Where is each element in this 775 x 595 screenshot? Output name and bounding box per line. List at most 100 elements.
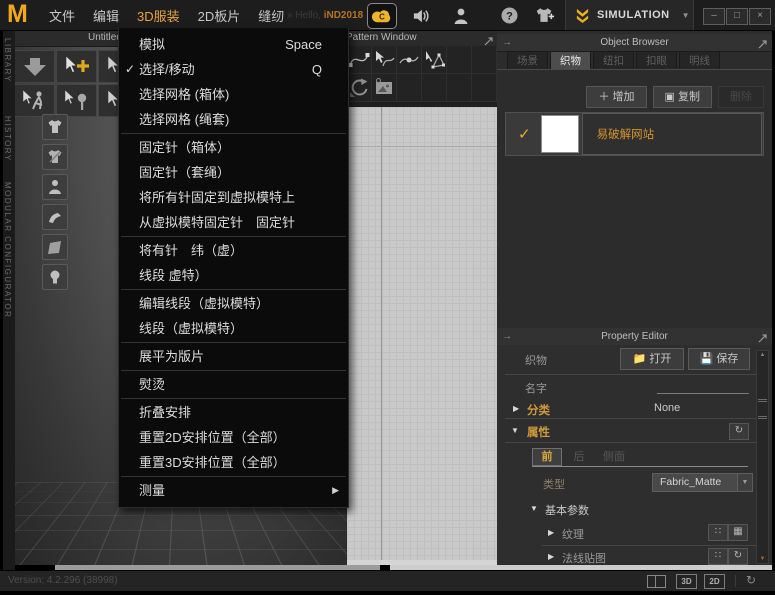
minimize-button[interactable]: – (703, 8, 725, 25)
sync-refresh-icon[interactable]: ↻ (746, 573, 756, 587)
menu-item-select-mesh-box[interactable]: 选择网格 (箱体) (119, 82, 348, 107)
menu-item-measure[interactable]: 测量▶ (119, 478, 348, 503)
shirt-icon[interactable] (42, 114, 68, 140)
expand-icon[interactable] (758, 38, 767, 55)
fabric-swatch[interactable] (541, 115, 579, 153)
menu-2d-pattern[interactable]: 2D板片 (198, 6, 241, 25)
collapsed-arrow-icon[interactable]: ▶ (548, 528, 554, 537)
sidebar-item-history[interactable]: HISTORY (3, 116, 12, 162)
scroll-up-icon[interactable]: ▲ (757, 352, 768, 358)
menu-edit[interactable]: 编辑 (93, 6, 119, 25)
close-button[interactable]: × (749, 8, 771, 25)
shirt-pin-icon[interactable] (42, 144, 68, 170)
check-icon[interactable]: ✓ (518, 125, 531, 143)
simulation-mode-selector[interactable]: SIMULATION ▼ (565, 0, 694, 30)
face-tab-back[interactable]: 后 (566, 449, 592, 465)
empty-tool-cell[interactable] (472, 74, 497, 102)
mode-caret-icon[interactable]: ▼ (682, 11, 690, 20)
category-label[interactable]: 分类 (527, 402, 550, 418)
property-label[interactable]: 属性 (527, 424, 550, 440)
texture-slot-icon[interactable]: ▦ (728, 524, 748, 541)
open-fabric-button[interactable]: 📁 打开 (620, 348, 684, 370)
menu-item-pin-lasso[interactable]: 固定针（套绳） (119, 160, 348, 185)
select-move-tool-button[interactable] (56, 50, 97, 83)
dropdown-caret-icon[interactable]: ▼ (737, 473, 753, 492)
help-icon[interactable]: ? (496, 6, 522, 25)
collapsed-arrow-icon[interactable]: ▶ (513, 404, 519, 413)
avatar-icon[interactable] (42, 174, 68, 200)
fabric-name-area[interactable]: 易破解网站 (582, 113, 762, 155)
grid-options-icon[interactable]: ∷ (708, 548, 728, 565)
type-dropdown[interactable]: Fabric_Matte (652, 473, 743, 492)
expanded-arrow-icon[interactable]: ▼ (530, 504, 538, 513)
menu-item-pin-box[interactable]: 固定针（箱体） (119, 135, 348, 160)
face-tab-front[interactable]: 前 (532, 448, 562, 466)
menu-item-edit-segment-avatar[interactable]: 编辑线段（虚拟模特） (119, 291, 348, 316)
menu-item-pin-all-to-avatar[interactable]: 将所有针固定到虚拟模特上 (119, 185, 348, 210)
empty-tool-cell[interactable] (397, 74, 422, 102)
account-icon[interactable] (448, 6, 474, 25)
menu-item-simulate[interactable]: 模拟Space (119, 32, 348, 57)
sidebar-item-library[interactable]: LIBRARY (3, 38, 12, 83)
copy-fabric-button[interactable]: ▣ 复制 (653, 86, 712, 108)
head-icon[interactable] (42, 264, 68, 290)
texture-label[interactable]: 纹理 (562, 526, 584, 542)
menu-item-select-move[interactable]: ✓选择/移动Q (119, 57, 348, 82)
view-3d-button[interactable]: 3D (676, 574, 697, 589)
menu-item-iron[interactable]: 熨烫 (119, 372, 348, 397)
menu-3d-garment[interactable]: 3D服装 (137, 6, 180, 25)
fabric-piece-icon[interactable] (42, 234, 68, 260)
empty-tool-cell[interactable] (422, 74, 447, 102)
tab-fabric[interactable]: 织物 (550, 51, 591, 70)
refresh-icon[interactable]: ↻ (729, 423, 749, 440)
face-tab-side[interactable]: 侧面 (596, 449, 632, 465)
tab-scene[interactable]: 场景 (507, 51, 548, 70)
expanded-arrow-icon[interactable]: ▼ (511, 426, 519, 435)
texture-image-tool-button[interactable] (372, 74, 397, 102)
walk-avatar-tool-button[interactable] (14, 84, 55, 117)
menu-item-reset-3d-arrangement[interactable]: 重置3D安排位置（全部） (119, 450, 348, 475)
pin-tool-button[interactable] (56, 84, 97, 117)
arrow-down-tool-button[interactable] (14, 50, 55, 83)
dock-arrow-icon[interactable]: → (502, 328, 512, 345)
menu-sewing[interactable]: 缝纫 (258, 6, 284, 25)
edit-pattern-tool-button[interactable] (422, 46, 447, 74)
menu-item-tack-segment[interactable]: 线段 虚特） (119, 263, 348, 288)
name-input[interactable] (657, 393, 749, 394)
clo-cloud-icon[interactable]: C (367, 3, 397, 29)
arm-icon[interactable] (42, 204, 68, 230)
menu-item-select-mesh-lasso[interactable]: 选择网格 (绳套) (119, 107, 348, 132)
refresh-icon[interactable]: ↻ (728, 548, 748, 565)
fabric-list-item[interactable]: ✓ 易破解网站 (505, 112, 764, 156)
split-view-icon[interactable] (647, 575, 666, 588)
empty-tool-cell[interactable] (447, 74, 472, 102)
dock-arrow-icon[interactable]: → (502, 34, 512, 51)
edit-curve-tool-button[interactable] (372, 46, 397, 74)
view-2d-button[interactable]: 2D (704, 574, 725, 589)
tab-button[interactable]: 纽扣 (593, 51, 634, 70)
empty-tool-cell[interactable] (447, 46, 472, 74)
add-fabric-button[interactable]: ＋ 增加 (586, 86, 646, 108)
curve-tool-button[interactable] (347, 46, 372, 74)
menu-item-fold-arrangement[interactable]: 折叠安排 (119, 400, 348, 425)
basic-params-label[interactable]: 基本参数 (545, 502, 589, 518)
menu-item-remove-pins-from-avatar[interactable]: 从虚拟模特固定针 固定针 (119, 210, 348, 235)
menu-item-flatten-to-pattern[interactable]: 展平为版片 (119, 344, 348, 369)
maximize-button[interactable]: □ (726, 8, 748, 25)
grid-options-icon[interactable]: ∷ (708, 524, 728, 541)
tab-buttonhole[interactable]: 扣眼 (636, 51, 677, 70)
garment-add-icon[interactable] (531, 6, 557, 25)
menu-item-reset-2d-arrangement[interactable]: 重置2D安排位置（全部） (119, 425, 348, 450)
save-fabric-button[interactable]: 💾 保存 (688, 348, 750, 370)
menu-file[interactable]: 文件 (49, 6, 75, 25)
menu-item-tack-virtual[interactable]: 将有针 纬（虚） (119, 238, 348, 263)
speaker-icon[interactable] (408, 6, 434, 25)
scroll-handle[interactable] (758, 399, 767, 419)
scroll-down-icon[interactable]: ▼ (757, 556, 768, 562)
empty-tool-cell[interactable] (472, 46, 497, 74)
collapsed-arrow-icon[interactable]: ▶ (548, 552, 554, 561)
add-point-tool-button[interactable] (397, 46, 422, 74)
menu-item-segment-avatar[interactable]: 线段（虚拟模特） (119, 316, 348, 341)
sidebar-item-modular-configurator[interactable]: MODULAR CONFIGURATOR (3, 182, 12, 318)
normal-map-label[interactable]: 法线贴图 (562, 550, 606, 566)
